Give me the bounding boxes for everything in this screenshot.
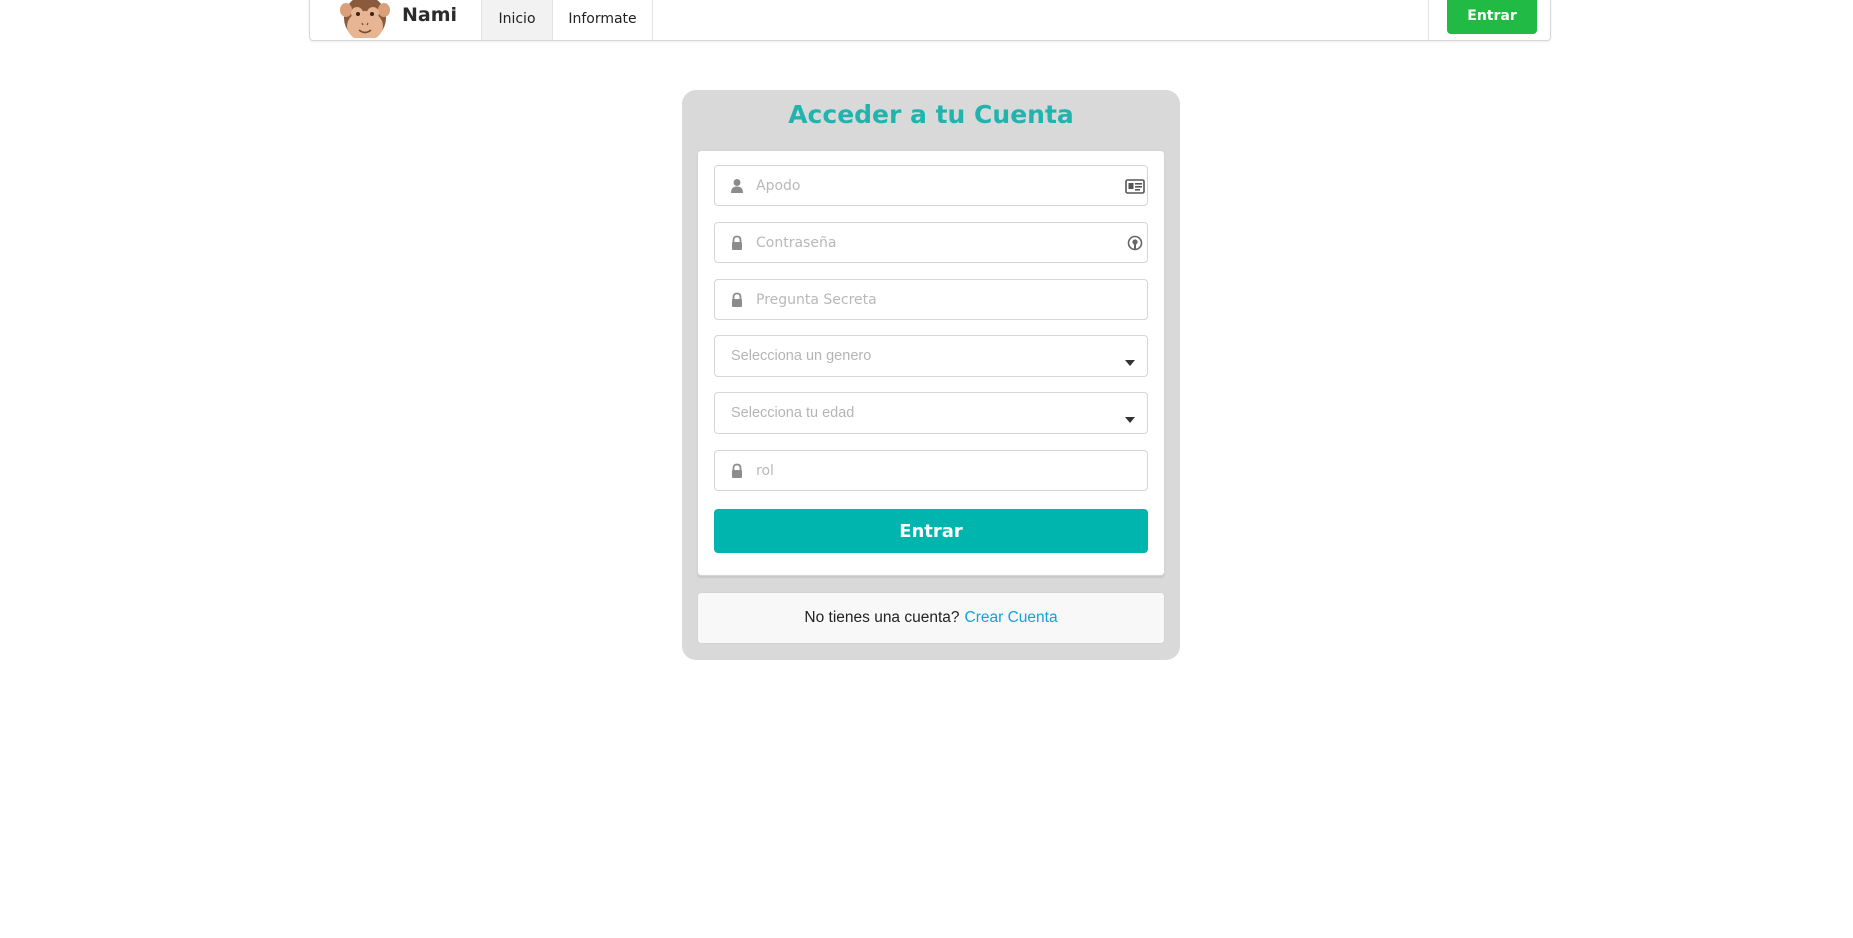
nickname-input[interactable] bbox=[756, 166, 1106, 205]
id-card-icon[interactable] bbox=[1125, 177, 1145, 195]
caret-down-icon bbox=[1125, 353, 1135, 366]
signup-prompt: No tienes una cuenta? Crear Cuenta bbox=[697, 592, 1165, 644]
brand-name: Nami bbox=[402, 4, 458, 26]
age-select[interactable]: Selecciona tu edad bbox=[714, 392, 1148, 434]
nickname-field bbox=[714, 165, 1148, 206]
nav-item-inicio[interactable]: Inicio bbox=[481, 0, 552, 40]
nav-divider bbox=[1428, 0, 1429, 40]
top-navbar: Nami Inicio Informate Entrar bbox=[309, 0, 1551, 41]
password-field bbox=[714, 222, 1148, 263]
lock-icon bbox=[730, 235, 744, 251]
role-field bbox=[714, 450, 1148, 491]
login-card: Acceder a tu Cuenta Apodo Pregunta Secre… bbox=[682, 90, 1180, 660]
secret-question-input[interactable] bbox=[756, 280, 1106, 319]
login-title: Acceder a tu Cuenta bbox=[788, 100, 1074, 129]
gender-select[interactable]: Selecciona un genero bbox=[714, 335, 1148, 377]
monkey-logo-icon bbox=[340, 0, 390, 38]
login-submit-button[interactable]: Entrar bbox=[714, 509, 1148, 553]
brand[interactable]: Nami bbox=[340, 0, 457, 40]
create-account-link[interactable]: Crear Cuenta bbox=[965, 609, 1058, 627]
nav-item-label: Informate bbox=[568, 11, 637, 27]
secret-question-field bbox=[714, 279, 1148, 320]
password-manager-icon[interactable] bbox=[1125, 234, 1145, 252]
gender-select-value: Selecciona un genero bbox=[731, 348, 872, 364]
lock-icon bbox=[730, 292, 744, 308]
user-icon bbox=[730, 178, 744, 194]
role-input[interactable] bbox=[756, 451, 1106, 490]
login-form: Selecciona un genero Selecciona tu edad … bbox=[697, 150, 1165, 576]
lock-icon bbox=[730, 463, 744, 479]
nav-login-button[interactable]: Entrar bbox=[1447, 0, 1537, 34]
nav-item-informate[interactable]: Informate bbox=[552, 0, 653, 40]
signup-text: No tienes una cuenta? bbox=[804, 609, 960, 626]
caret-down-icon bbox=[1125, 410, 1135, 423]
nav-item-label: Inicio bbox=[498, 11, 536, 27]
age-select-value: Selecciona tu edad bbox=[731, 405, 855, 421]
password-input[interactable] bbox=[756, 223, 1106, 262]
